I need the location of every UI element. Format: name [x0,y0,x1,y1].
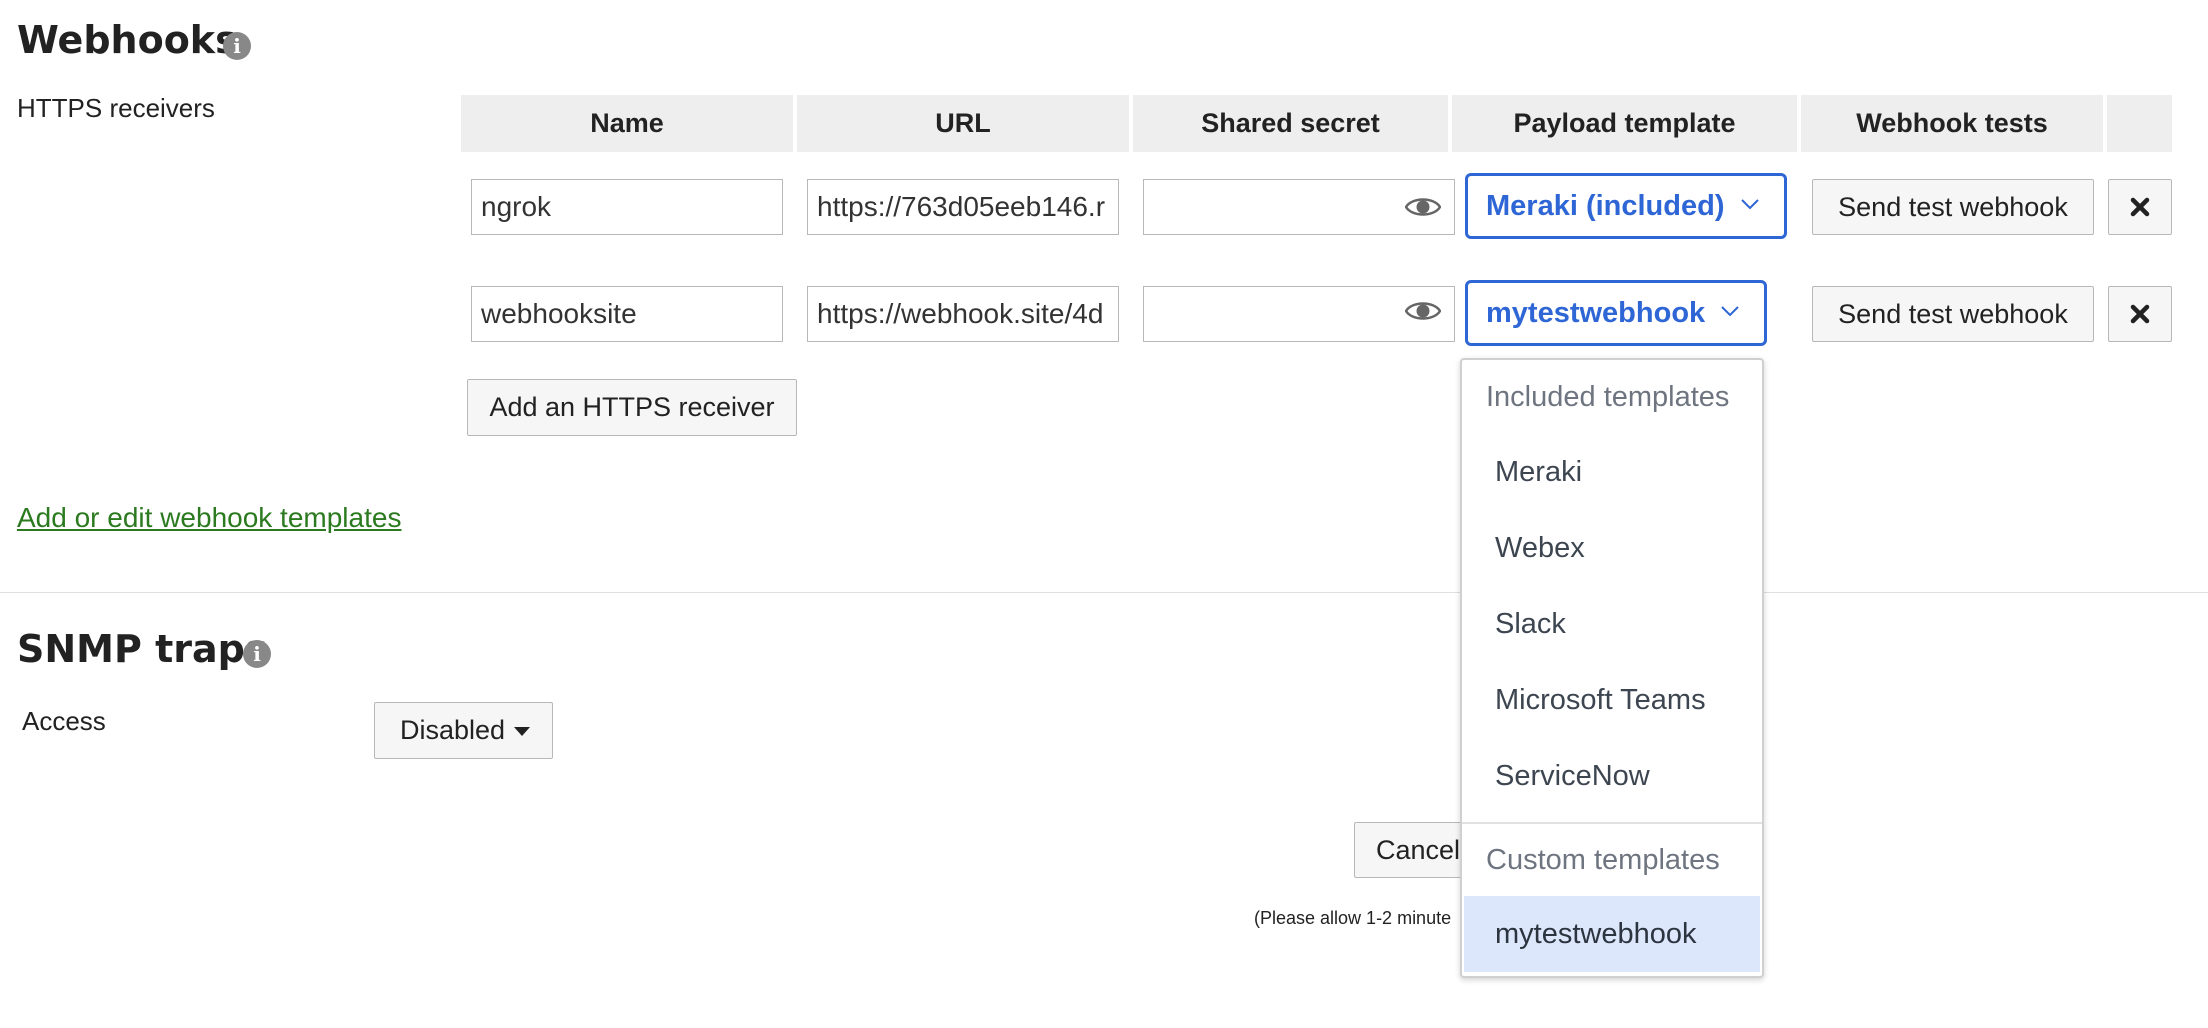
caret-down-icon [514,727,530,736]
dropdown-option-mytestwebhook[interactable]: mytestwebhook [1464,896,1760,972]
dropdown-option-slack[interactable]: Slack [1464,586,1760,662]
column-header-name: Name [461,95,793,152]
webhooks-title: Webhooks [17,18,238,62]
payload-template-select[interactable]: mytestwebhook [1465,280,1767,346]
close-icon [2130,197,2150,217]
access-label: Access [22,706,106,736]
access-select-value: Disabled [399,715,506,745]
dropdown-header-included: Included templates [1486,381,1730,413]
info-icon[interactable]: i [243,640,271,668]
column-header-shared-secret: Shared secret [1133,95,1448,152]
access-select[interactable]: Disabled [374,702,553,759]
info-icon[interactable]: i [223,32,251,60]
chevron-down-icon [1741,199,1759,210]
payload-template-dropdown: Included templates Meraki Webex Slack Mi… [1460,358,1764,978]
eye-icon[interactable] [1405,299,1441,323]
receiver-name-input[interactable]: ngrok [471,179,783,235]
add-https-receiver-button[interactable]: Add an HTTPS receiver [467,379,797,436]
receiver-url-input[interactable]: https://763d05eeb146.r [807,179,1119,235]
column-header-actions [2107,95,2172,152]
section-divider [0,592,2208,593]
send-test-webhook-button[interactable]: Send test webhook [1812,179,2094,235]
receiver-name-input[interactable]: webhooksite [471,286,783,342]
dropdown-option-meraki[interactable]: Meraki [1464,434,1760,510]
save-note: (Please allow 1-2 minute [1254,908,1452,928]
dropdown-option-servicenow[interactable]: ServiceNow [1464,738,1760,814]
dropdown-separator [1462,822,1762,824]
column-header-payload-template: Payload template [1452,95,1797,152]
payload-template-value: mytestwebhook [1486,296,1706,329]
dropdown-header-custom: Custom templates [1486,844,1720,876]
edit-webhook-templates-link[interactable]: Add or edit webhook templates [17,502,401,534]
send-test-webhook-button[interactable]: Send test webhook [1812,286,2094,342]
chevron-down-icon [1721,306,1739,317]
column-header-webhook-tests: Webhook tests [1801,95,2103,152]
payload-template-value: Meraki (included) [1486,189,1725,222]
dropdown-option-webex[interactable]: Webex [1464,510,1760,586]
delete-receiver-button[interactable] [2108,286,2172,342]
payload-template-select[interactable]: Meraki (included) [1465,173,1787,239]
https-receivers-label: HTTPS receivers [17,93,215,123]
receiver-url-input[interactable]: https://webhook.site/4d [807,286,1119,342]
dropdown-option-microsoft-teams[interactable]: Microsoft Teams [1464,662,1760,738]
close-icon [2130,304,2150,324]
eye-icon[interactable] [1405,195,1441,219]
snmp-traps-title: SNMP traps [17,627,268,671]
delete-receiver-button[interactable] [2108,179,2172,235]
column-header-url: URL [797,95,1129,152]
